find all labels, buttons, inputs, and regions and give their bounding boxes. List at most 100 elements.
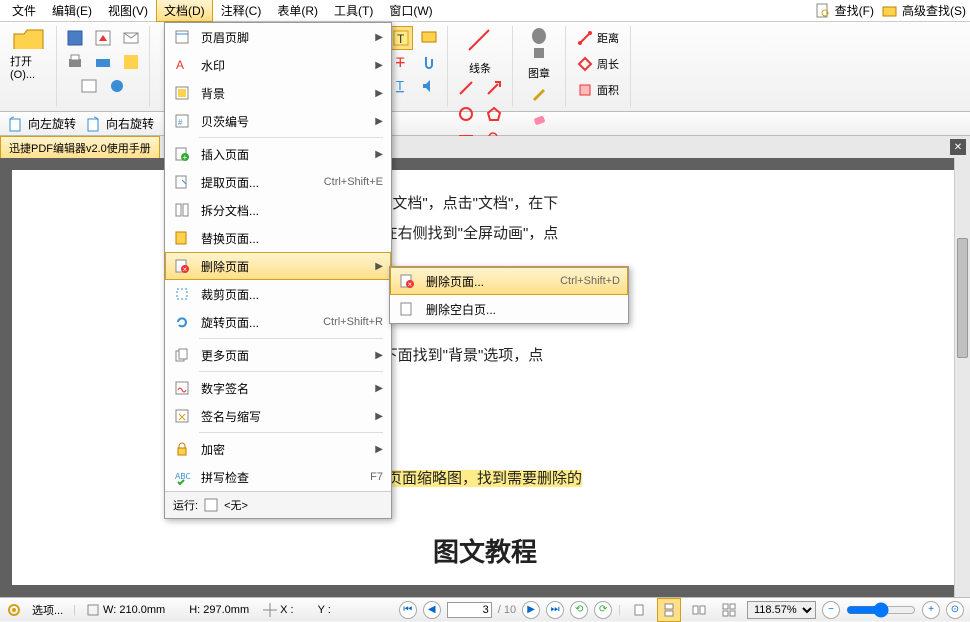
scrollbar-thumb[interactable]	[957, 238, 968, 358]
menu-window[interactable]: 窗口(W)	[381, 0, 440, 22]
crosshair-icon	[263, 603, 277, 617]
svg-text:T: T	[397, 32, 405, 46]
document-page: 然后在软件界面找到"文档"，点击"文档"，在下 移动到"更多页面"，在右侧找到"…	[12, 170, 958, 585]
menu-sign-initials[interactable]: 签名与缩写▶	[165, 402, 391, 430]
rotate-right-icon	[84, 115, 102, 133]
tab-bar: 迅捷PDF编辑器v2.0使用手册 ✕	[0, 136, 970, 158]
area-label: 面积	[597, 82, 619, 98]
menu-bates[interactable]: #贝茨编号▶	[165, 107, 391, 135]
menu-insert-page[interactable]: +插入页面▶	[165, 140, 391, 168]
last-page-button[interactable]: ⏭	[546, 601, 564, 619]
folder-search-icon	[882, 3, 898, 19]
scan-button[interactable]	[91, 50, 115, 74]
menu-delete-page[interactable]: ×删除页面▶	[165, 252, 391, 280]
menu-tools[interactable]: 工具(T)	[326, 0, 381, 22]
polygon-button[interactable]	[482, 102, 506, 126]
eraser-button[interactable]	[527, 107, 551, 131]
svg-text:#: #	[178, 118, 183, 127]
menu-digital-sign[interactable]: 数字签名▶	[165, 374, 391, 402]
menu-file[interactable]: 文件	[4, 0, 44, 22]
cursor-pos: X :	[259, 603, 297, 617]
pencil-button[interactable]	[527, 81, 551, 105]
menu-annotate[interactable]: 注释(C)	[213, 0, 270, 22]
run-none-label: <无>	[224, 497, 248, 513]
view-single-button[interactable]	[627, 598, 651, 622]
tab-close-button[interactable]: ✕	[950, 139, 966, 155]
open-button[interactable]: 打开(O)...	[10, 26, 50, 81]
strike-tool[interactable]: T	[389, 50, 413, 74]
rotate-right-button[interactable]: 向右旋转	[84, 115, 154, 133]
zoom-in-circle[interactable]: +	[922, 601, 940, 619]
area-icon	[577, 82, 593, 98]
rotate-left-button[interactable]: 向左旋转	[6, 115, 76, 133]
view-facing-button[interactable]	[687, 598, 711, 622]
page-number-input[interactable]	[447, 602, 492, 618]
arrow-button[interactable]	[482, 76, 506, 100]
vertical-scrollbar[interactable]	[954, 158, 970, 597]
menu-document[interactable]: 文档(D)	[156, 0, 213, 22]
sound-tool[interactable]	[417, 74, 441, 98]
print-button[interactable]	[63, 50, 87, 74]
menu-replace-page[interactable]: 替换页面...	[165, 224, 391, 252]
adv-find-button[interactable]: 高级查找(S)	[882, 2, 966, 19]
area-button[interactable]: 面积	[572, 78, 624, 102]
zoom-slider[interactable]	[846, 602, 916, 618]
gear-icon[interactable]	[6, 602, 22, 618]
email-button[interactable]	[119, 26, 143, 50]
menu-encrypt[interactable]: 加密▶	[165, 435, 391, 463]
menu-watermark[interactable]: A水印▶	[165, 51, 391, 79]
nav-back-button[interactable]: ⟲	[570, 601, 588, 619]
run-box-icon	[204, 498, 218, 512]
menu-split-doc[interactable]: 拆分文档...	[165, 196, 391, 224]
menu-edit[interactable]: 编辑(E)	[44, 0, 100, 22]
distance-button[interactable]: 距离	[572, 26, 624, 50]
next-page-button[interactable]: ▶	[522, 601, 540, 619]
menu-rotate-page[interactable]: 旋转页面...Ctrl+Shift+R	[165, 308, 391, 336]
perimeter-button[interactable]: 周长	[572, 52, 624, 76]
attach-tool[interactable]	[417, 50, 441, 74]
menu-form[interactable]: 表单(R)	[269, 0, 326, 22]
text-tool-2[interactable]: T	[389, 26, 413, 50]
more-1-button[interactable]	[119, 50, 143, 74]
zoom-fit-circle[interactable]: ⊙	[946, 601, 964, 619]
find-label: 查找(F)	[835, 2, 874, 19]
page-height: H: 297.0mm	[169, 604, 253, 616]
zoom-percent-select[interactable]: 118.57%	[747, 601, 816, 619]
menu-spellcheck[interactable]: ABC拼写检查F7	[165, 463, 391, 491]
menu-background[interactable]: 背景▶	[165, 79, 391, 107]
submenu-delete-blank[interactable]: 删除空白页...	[390, 295, 628, 323]
distance-label: 距离	[597, 30, 619, 46]
menu-extract-page[interactable]: 提取页面...Ctrl+Shift+E	[165, 168, 391, 196]
underline-tool[interactable]: T	[389, 74, 413, 98]
submenu-delete-pages[interactable]: ×删除页面...Ctrl+Shift+D	[390, 267, 628, 295]
menu-header-footer[interactable]: 页眉页脚▶	[165, 23, 391, 51]
first-page-button[interactable]: ⏮	[399, 601, 417, 619]
svg-text:A: A	[176, 58, 184, 72]
rotate-left-icon	[6, 115, 24, 133]
stamp-button[interactable]: 图章	[519, 26, 559, 81]
lines-button[interactable]: 线条	[460, 26, 500, 76]
lines-label: 线条	[469, 60, 491, 76]
view-facing-cont-button[interactable]	[717, 598, 741, 622]
document-tab[interactable]: 迅捷PDF编辑器v2.0使用手册	[0, 136, 160, 159]
note-tool[interactable]	[417, 26, 441, 50]
more-2-button[interactable]	[105, 74, 129, 98]
menu-more-pages[interactable]: 更多页面▶	[165, 341, 391, 369]
content-area: 然后在软件界面找到"文档"，点击"文档"，在下 移动到"更多页面"，在右侧找到"…	[0, 158, 970, 597]
rotate-right-label: 向右旋转	[106, 115, 154, 132]
nav-fwd-button[interactable]: ⟳	[594, 601, 612, 619]
menu-crop-page[interactable]: 裁剪页面...	[165, 280, 391, 308]
view-cont-button[interactable]	[657, 598, 681, 622]
line-button[interactable]	[454, 76, 478, 100]
undo-button[interactable]	[77, 74, 101, 98]
run-label: 运行:	[173, 497, 198, 513]
zoom-out-circle[interactable]: −	[822, 601, 840, 619]
circle-button[interactable]	[454, 102, 478, 126]
options-button[interactable]: 选项...	[28, 602, 67, 618]
dropdown-footer: 运行: <无>	[165, 491, 391, 518]
find-button[interactable]: 查找(F)	[815, 2, 874, 19]
menu-view[interactable]: 视图(V)	[100, 0, 156, 22]
save-button[interactable]	[63, 26, 87, 50]
prev-page-button[interactable]: ◀	[423, 601, 441, 619]
convert-button[interactable]	[91, 26, 115, 50]
